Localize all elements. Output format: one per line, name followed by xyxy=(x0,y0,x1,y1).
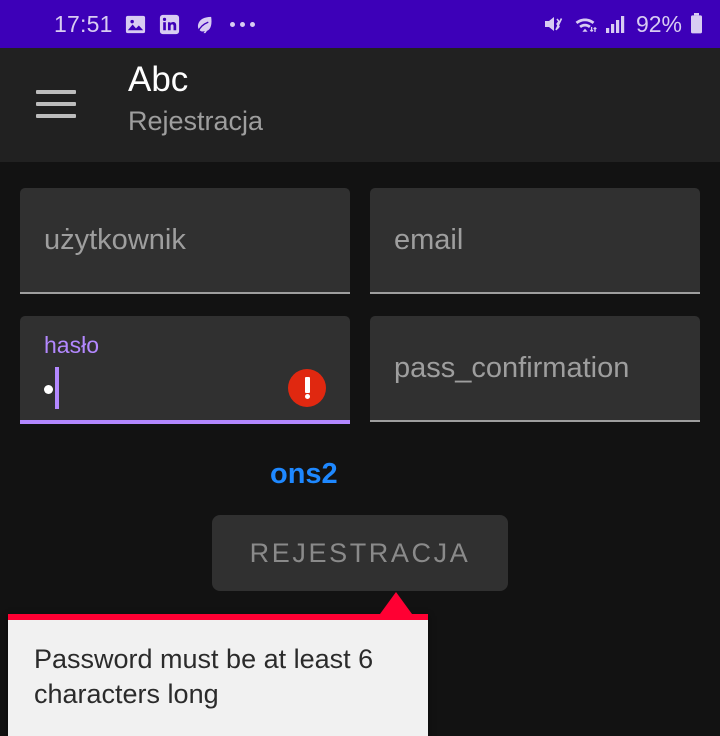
email-field-box[interactable]: email xyxy=(370,188,700,292)
password-field[interactable]: hasło xyxy=(20,316,350,424)
battery-percent-label: 92% xyxy=(635,10,682,37)
hamburger-line xyxy=(36,114,76,118)
mute-icon xyxy=(542,12,566,36)
error-exclamation-icon[interactable] xyxy=(288,369,326,407)
username-underline xyxy=(20,292,350,294)
hamburger-line xyxy=(36,90,76,94)
links-row: ons2 xyxy=(0,424,720,491)
form-row-credentials: użytkownik email xyxy=(0,162,720,294)
text-caret xyxy=(55,367,59,409)
linkedin-icon xyxy=(158,13,181,36)
password-label: hasło xyxy=(44,332,99,358)
app-bar-titles: Abc Rejestracja xyxy=(128,60,263,138)
status-bar: 17:51 92% xyxy=(0,0,720,48)
wifi-icon xyxy=(573,12,598,36)
password-underline xyxy=(20,420,350,424)
submit-row: REJESTRACJA xyxy=(0,515,720,591)
gallery-icon xyxy=(124,13,147,36)
username-field-box[interactable]: użytkownik xyxy=(20,188,350,292)
status-bar-left: 17:51 xyxy=(54,10,255,37)
password-confirmation-field[interactable]: pass_confirmation xyxy=(370,316,700,424)
status-time: 17:51 xyxy=(54,10,113,37)
error-bang xyxy=(304,377,310,393)
validation-tooltip-message: Password must be at least 6 characters l… xyxy=(34,644,374,709)
validation-tooltip: Password must be at least 6 characters l… xyxy=(8,592,428,736)
username-field[interactable]: użytkownik xyxy=(20,188,350,294)
password-field-box[interactable]: hasło xyxy=(20,316,350,420)
email-field[interactable]: email xyxy=(370,188,700,294)
email-underline xyxy=(370,292,700,294)
page-title: Abc xyxy=(128,60,189,99)
hamburger-menu-icon[interactable] xyxy=(36,90,76,118)
username-placeholder: użytkownik xyxy=(44,223,186,256)
page-subtitle: Rejestracja xyxy=(128,106,264,136)
registration-form: użytkownik email hasło pass_confirmation… xyxy=(0,162,720,736)
form-row-passwords: hasło pass_confirmation xyxy=(0,294,720,424)
password-confirmation-field-box[interactable]: pass_confirmation xyxy=(370,316,700,420)
password-masked-char xyxy=(44,384,53,394)
form-link[interactable]: ons2 xyxy=(270,458,338,491)
app-bar: Abc Rejestracja xyxy=(0,48,720,162)
hamburger-line xyxy=(36,102,76,106)
password-input-row[interactable] xyxy=(44,367,326,409)
tooltip-arrow xyxy=(380,592,412,614)
password-confirmation-underline xyxy=(370,420,700,422)
email-placeholder: email xyxy=(394,223,464,256)
overflow-dots-icon xyxy=(229,21,255,27)
battery-icon xyxy=(689,12,704,36)
status-bar-right: 92% xyxy=(542,12,704,36)
signal-icon xyxy=(605,13,627,35)
password-confirmation-placeholder: pass_confirmation xyxy=(394,351,630,384)
error-bang-dot xyxy=(304,394,310,399)
leaf-icon xyxy=(192,13,215,36)
register-button[interactable]: REJESTRACJA xyxy=(211,515,509,591)
